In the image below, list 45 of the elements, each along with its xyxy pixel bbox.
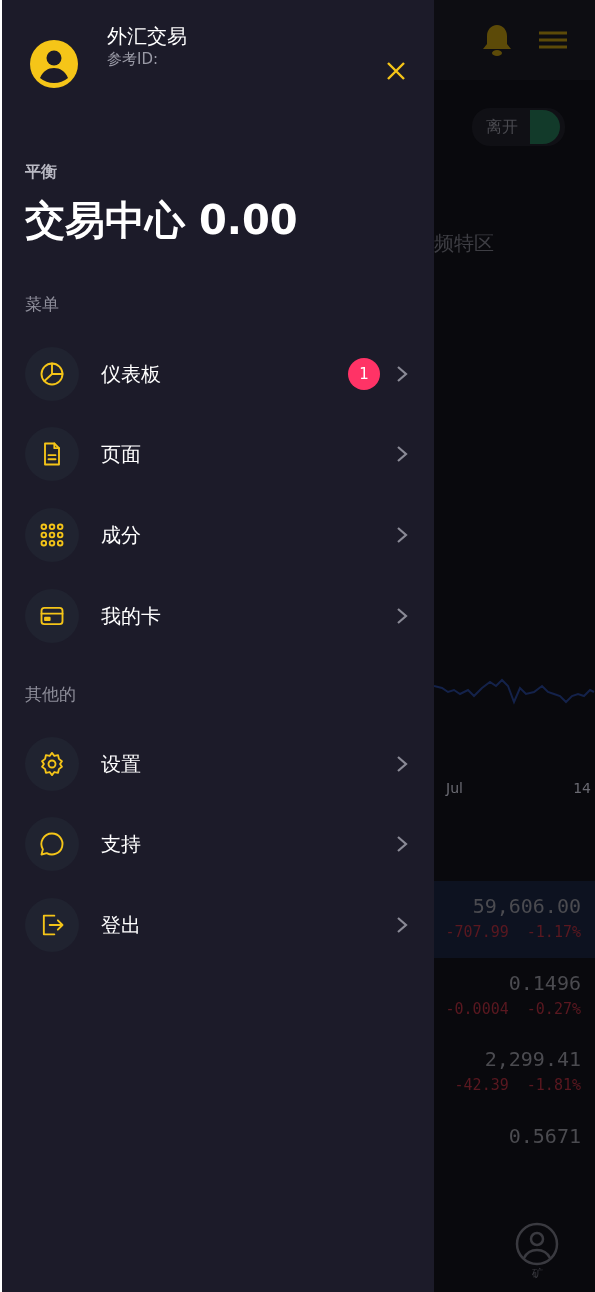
axis-label: 14 xyxy=(573,779,591,798)
settings-icon xyxy=(38,749,66,778)
menu-icon[interactable] xyxy=(539,30,567,50)
chevron-right-icon xyxy=(396,445,408,464)
price-value: 0.5671 xyxy=(507,1122,581,1150)
reference-id-label: 参考ID: xyxy=(107,49,160,70)
menu-item[interactable]: 登出 xyxy=(25,884,412,966)
chevron-right-icon xyxy=(396,754,408,773)
price-value: 0.1496 xyxy=(507,969,581,997)
price-change: -42.39 -1.81% xyxy=(453,1075,581,1096)
section-title: 其他的 xyxy=(25,682,77,706)
bell-icon[interactable] xyxy=(481,23,513,57)
chevron-right-icon xyxy=(396,364,408,383)
toggle-knob xyxy=(530,110,560,144)
menu-label: 页面 xyxy=(101,441,142,469)
chevron-right-icon xyxy=(396,606,408,625)
dots-grid-icon xyxy=(38,521,66,549)
price-change: -707.99 -1.17% xyxy=(444,922,581,943)
user-name: 外汇交易 xyxy=(107,24,188,48)
price-value: 59,606.00 xyxy=(471,893,581,920)
menu-label: 支持 xyxy=(101,831,142,859)
balance-label: 平衡 xyxy=(25,161,58,183)
menu-label: 设置 xyxy=(101,750,142,778)
chevron-right-icon xyxy=(396,915,408,934)
menu-label: 我的卡 xyxy=(101,602,162,630)
balance-value: 交易中心 0.00 xyxy=(25,198,299,242)
avatar-icon xyxy=(30,40,78,88)
user-icon xyxy=(515,1221,559,1266)
chevron-right-icon xyxy=(396,526,408,544)
toggle-label: 离开 xyxy=(485,116,519,138)
menu-label: 仪表板 xyxy=(101,360,162,388)
menu-label: 成分 xyxy=(101,522,142,549)
menu-label: 登出 xyxy=(101,911,142,939)
axis-label: Jul xyxy=(446,779,463,798)
menu-item[interactable]: 页面 xyxy=(25,414,412,495)
menu-item[interactable]: 我的卡 xyxy=(25,575,412,656)
price-value: 2,299.41 xyxy=(483,1046,581,1073)
menu-item[interactable]: 支持 xyxy=(25,803,412,885)
chevron-right-icon xyxy=(396,835,408,854)
menu-item[interactable]: 设置 xyxy=(25,723,412,804)
menu-item[interactable]: 成分 xyxy=(25,494,412,576)
notification-badge: 1 xyxy=(348,357,380,390)
price-change: -0.0004 -0.27% xyxy=(444,998,581,1020)
section-title: 菜单 xyxy=(25,293,60,316)
menu-item[interactable]: 仪表板 1 xyxy=(25,333,412,415)
